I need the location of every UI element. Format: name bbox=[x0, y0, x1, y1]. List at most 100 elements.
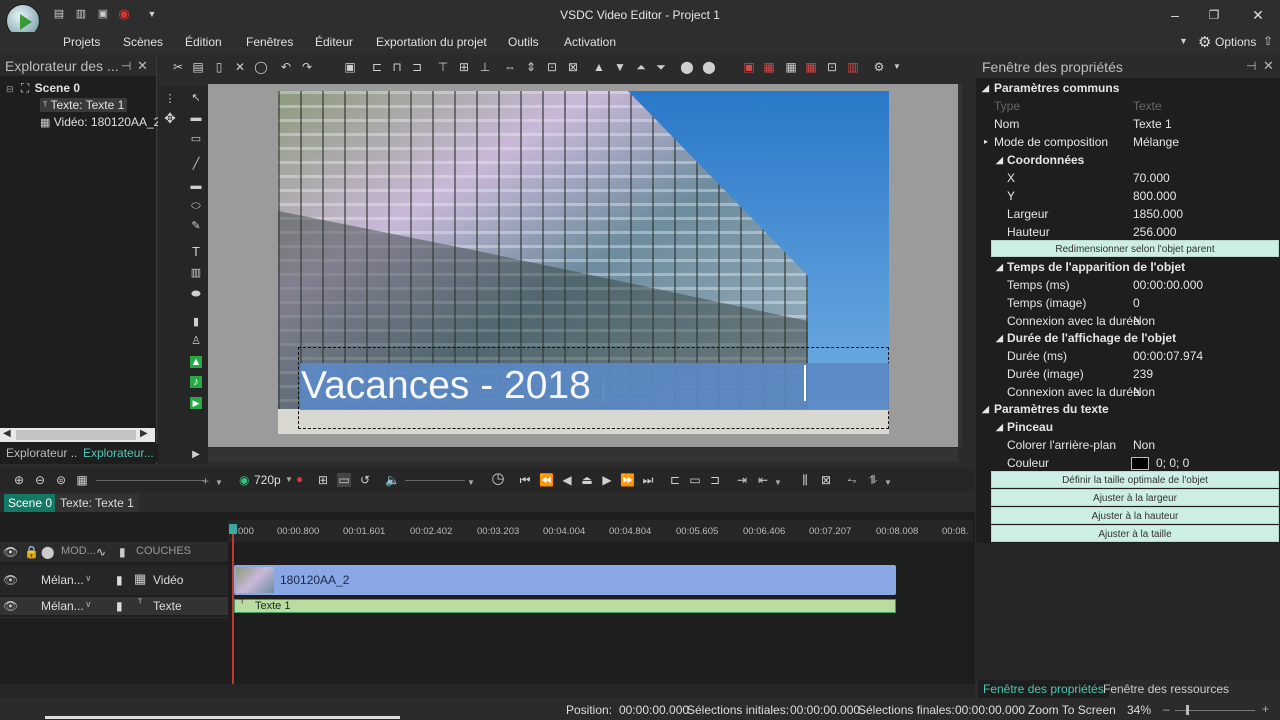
prop-row-name[interactable]: Nom Texte 1 bbox=[976, 115, 1280, 133]
collapse-arrow-icon[interactable]: ◢ bbox=[982, 400, 989, 418]
prop-row-bg-color[interactable]: Colorer l'arrière-plan Non bbox=[976, 436, 1280, 454]
prop-row-color[interactable]: Couleur 0; 0; 0 bbox=[976, 454, 1280, 472]
guides-icon[interactable]: ▦ bbox=[804, 60, 818, 74]
lock-all-icon[interactable]: 🔒 bbox=[24, 545, 39, 559]
visibility-all-icon[interactable]: 👁 bbox=[3, 545, 18, 559]
ellipse-icon[interactable]: ⬭ bbox=[190, 200, 202, 212]
align-clips-icon[interactable]: ⥮ bbox=[866, 473, 880, 487]
film-icon[interactable]: ▦ bbox=[75, 473, 89, 487]
horizontal-scrollbar[interactable]: ◀ ▶ bbox=[0, 428, 155, 442]
record-button-icon[interactable]: ● bbox=[296, 472, 303, 486]
align-left-icon[interactable]: ⊏ bbox=[370, 60, 384, 74]
select-all-icon[interactable]: ◯ bbox=[254, 60, 268, 74]
chevron-down-icon[interactable]: ▼ bbox=[1179, 36, 1188, 46]
text-tool-icon[interactable]: T bbox=[190, 245, 202, 258]
fit-icon[interactable]: ⊠ bbox=[566, 60, 580, 74]
track-blend-select[interactable]: Mélan... bbox=[41, 573, 84, 587]
prop-row-duration-frame[interactable]: Durée (image) 239 bbox=[976, 365, 1280, 383]
chart-icon[interactable]: ▮ bbox=[190, 316, 202, 328]
crop-icon[interactable]: ▣ bbox=[343, 60, 357, 74]
options-button[interactable]: Options bbox=[1215, 35, 1256, 49]
tab-scene-0[interactable]: Scene 0 bbox=[4, 494, 57, 512]
blend-dropdown-icon[interactable]: ∨ bbox=[85, 599, 92, 610]
zoom-to-screen-button[interactable]: Zoom To Screen bbox=[1028, 703, 1116, 717]
bring-front-icon[interactable]: ⏶ bbox=[634, 60, 648, 74]
prop-row-x[interactable]: X 70.000 bbox=[976, 169, 1280, 187]
image-tool-icon[interactable]: ▬ bbox=[190, 112, 202, 124]
fit-height-button[interactable]: Ajuster à la hauteur bbox=[991, 507, 1279, 524]
bring-forward-icon[interactable]: ▲ bbox=[592, 60, 606, 74]
menu-editeur[interactable]: Éditeur bbox=[315, 35, 353, 49]
scroll-left-icon[interactable]: ◀ bbox=[3, 428, 11, 439]
subtitle-icon[interactable]: ▥ bbox=[190, 267, 202, 279]
group-icon[interactable]: ⬤ bbox=[680, 60, 694, 74]
preview-scrollbar[interactable] bbox=[208, 448, 958, 462]
optimal-size-button[interactable]: Définir la taille optimale de l'objet bbox=[991, 471, 1279, 488]
stop-icon[interactable]: ⏏ bbox=[580, 473, 594, 487]
track-visibility-icon[interactable]: 👁 bbox=[3, 573, 18, 587]
tab-object-explorer[interactable]: Explorateur... bbox=[78, 444, 159, 462]
paste-icon[interactable]: ▯ bbox=[212, 60, 226, 74]
zoom-in-icon[interactable]: ⊕ bbox=[12, 473, 26, 487]
clock-icon[interactable]: ◷ bbox=[491, 471, 505, 486]
snap-icon[interactable]: ▣ bbox=[742, 60, 756, 74]
scroll-thumb[interactable] bbox=[16, 430, 136, 440]
add-video-icon[interactable]: ▶ bbox=[190, 397, 202, 409]
expand-arrow-icon[interactable]: ▸ bbox=[984, 133, 988, 151]
mark-out-icon[interactable]: ⊐ bbox=[708, 473, 722, 487]
rulers-icon[interactable]: ⊡ bbox=[825, 60, 839, 74]
width-field[interactable]: 1850.000 bbox=[1133, 205, 1183, 223]
properties-close-icon[interactable]: ✕ bbox=[1263, 58, 1274, 74]
go-end-icon[interactable]: ⏭ bbox=[641, 473, 655, 487]
same-size-icon[interactable]: ⊡ bbox=[545, 60, 559, 74]
marker-next-icon[interactable]: ⇥ bbox=[735, 473, 749, 487]
cut-icon[interactable]: ✂ bbox=[171, 60, 185, 74]
same-height-icon[interactable]: ⇕ bbox=[524, 60, 538, 74]
go-start-icon[interactable]: ⏮ bbox=[518, 473, 532, 487]
bg-color-select[interactable]: Non bbox=[1133, 436, 1155, 454]
properties-scrollbar[interactable] bbox=[962, 84, 974, 474]
overlay-text[interactable]: Vacances - 2018 bbox=[301, 362, 591, 410]
move-icon[interactable]: ✥ bbox=[164, 111, 176, 125]
layer-icon[interactable]: ▮ bbox=[119, 545, 126, 559]
close-icon[interactable]: ✕ bbox=[1248, 6, 1268, 24]
snap-timeline-icon[interactable]: ⥊ bbox=[845, 473, 859, 487]
text-clip[interactable] bbox=[234, 599, 896, 613]
time-ruler[interactable] bbox=[228, 520, 973, 542]
align-dropdown-icon[interactable]: ▼ bbox=[884, 478, 892, 487]
pin-icon[interactable]: ⊣ bbox=[121, 59, 131, 73]
settings-icon[interactable]: ⚙ bbox=[872, 60, 886, 74]
preview-mode-icon[interactable]: ▭ bbox=[337, 473, 351, 487]
align-middle-icon[interactable]: ⊞ bbox=[457, 60, 471, 74]
tree-item-text[interactable]: ᵀ Texte: Texte 1 bbox=[40, 98, 128, 112]
duration-frame-field[interactable]: 239 bbox=[1133, 365, 1153, 383]
zoom-dropdown-icon[interactable]: ▼ bbox=[215, 478, 223, 487]
menu-edition[interactable]: Édition bbox=[185, 35, 222, 49]
zoom-fit-icon[interactable]: ⊜ bbox=[54, 473, 68, 487]
resolution-dropdown-icon[interactable]: ▼ bbox=[285, 475, 293, 484]
time-link-select[interactable]: Non bbox=[1133, 312, 1155, 330]
volume-dropdown-icon[interactable]: ▼ bbox=[467, 478, 475, 487]
scroll-right-icon[interactable]: ▶ bbox=[140, 428, 148, 439]
cursor-icon[interactable]: ↖ bbox=[190, 92, 202, 104]
prop-row-width[interactable]: Largeur 1850.000 bbox=[976, 205, 1280, 223]
track-visibility-icon[interactable]: 👁 bbox=[3, 599, 18, 613]
marker-dropdown-icon[interactable]: ▼ bbox=[774, 478, 782, 487]
section-coordinates[interactable]: ◢ Coordonnées bbox=[976, 151, 1280, 169]
volume-icon[interactable]: 🔈 bbox=[385, 473, 400, 487]
freeform-icon[interactable]: ✎ bbox=[190, 220, 202, 232]
video-tool-icon[interactable]: ▭ bbox=[190, 133, 202, 145]
properties-pin-icon[interactable]: ⊣ bbox=[1246, 59, 1256, 73]
playhead-handle[interactable] bbox=[229, 524, 237, 534]
resize-parent-button[interactable]: Redimensionner selon l'objet parent bbox=[991, 240, 1279, 257]
tab-resources[interactable]: Fenêtre des ressources bbox=[1103, 682, 1229, 696]
menu-scenes[interactable]: Scènes bbox=[123, 35, 163, 49]
grid-icon[interactable]: ⋮ bbox=[164, 93, 176, 105]
track-header-text[interactable] bbox=[0, 597, 228, 615]
collapse-arrow-icon[interactable]: ◢ bbox=[996, 151, 1003, 169]
collapse-icon[interactable]: ⊟ bbox=[6, 84, 14, 94]
zoom-slider-thumb[interactable] bbox=[1186, 705, 1189, 715]
zoom-plus-icon[interactable]: + bbox=[202, 474, 209, 488]
snap-grid-icon[interactable]: ▦ bbox=[762, 60, 776, 74]
same-width-icon[interactable]: ⇔ bbox=[503, 60, 517, 74]
